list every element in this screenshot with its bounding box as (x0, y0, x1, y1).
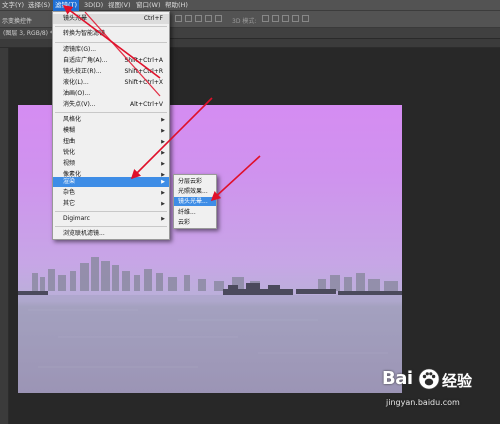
submenu-arrow-icon: ▶ (161, 117, 165, 123)
menu-item-adaptive-wide-angle[interactable]: 自适应广角(A)... Shift+Ctrl+A (53, 56, 169, 66)
menu-item-label: 浏览联机滤镜... (63, 230, 105, 237)
menu-item-label: 转换为智能滤镜 (63, 30, 106, 37)
menu-separator (55, 211, 167, 212)
menu-separator (55, 42, 167, 43)
menu-item-label: 锐化 (63, 149, 76, 156)
menu-item-render[interactable]: 渲染 ▶ (53, 177, 169, 187)
menu-item-label: 杂色 (63, 189, 76, 196)
submenu-arrow-icon: ▶ (161, 179, 165, 185)
menu-item-browse-filters-online[interactable]: 浏览联机滤镜... (53, 229, 169, 239)
menu-item-noise[interactable]: 杂色 ▶ (53, 188, 169, 198)
submenu-item-lighting-effects[interactable]: 光照效果... (174, 187, 216, 196)
submenu-arrow-icon: ▶ (161, 216, 165, 222)
menu-item-distort[interactable]: 扭曲 ▶ (53, 137, 169, 147)
submenu-item-clouds[interactable]: 云彩 (174, 218, 216, 227)
menu-item-digimarc[interactable]: Digimarc ▶ (53, 214, 169, 224)
align-right-icon[interactable] (195, 15, 202, 22)
submenu-item-difference-clouds[interactable]: 分层云彩 (174, 177, 216, 186)
3d-mode-icons (262, 15, 312, 23)
menu-item-filter-gallery[interactable]: 滤镜库(G)... (53, 45, 169, 55)
submenu-item-label: 镜头光晕... (178, 198, 208, 205)
menu-item-label: 扭曲 (63, 138, 76, 145)
menu-item-label: 油画(O)... (63, 90, 91, 97)
menu-item-vanishing-point[interactable]: 消失点(V)... Alt+Ctrl+V (53, 100, 169, 110)
3d-slide-icon[interactable] (292, 15, 299, 22)
menu-item-label: 自适应广角(A)... (63, 57, 108, 64)
menu-item-stylize[interactable]: 风格化 ▶ (53, 115, 169, 125)
baidu-logo-text: Bai (382, 368, 413, 389)
watermark-url: jingyan.baidu.com (386, 398, 460, 407)
align-icons (175, 15, 225, 23)
submenu-item-label: 光照效果... (178, 188, 208, 195)
submenu-item-label: 纤维... (178, 209, 196, 216)
menu-item-last-filter[interactable]: 镜头光晕 Ctrl+F (53, 14, 169, 24)
menu-filter[interactable]: 滤镜(T) (53, 0, 80, 11)
submenu-item-lens-flare[interactable]: 镜头光晕... (174, 197, 216, 206)
menu-select[interactable]: 选择(S) (26, 0, 52, 11)
document-tab[interactable]: (图层 3, RGB/8) * (0, 28, 56, 39)
render-submenu: 分层云彩 光照效果... 镜头光晕... 纤维... 云彩 (173, 174, 217, 229)
menu-item-blur[interactable]: 模糊 ▶ (53, 126, 169, 136)
distribute-icon[interactable] (205, 15, 212, 22)
menu-item-label: Digimarc (63, 215, 90, 222)
baidu-paw-icon (418, 368, 440, 390)
menu-item-label: 视频 (63, 160, 76, 167)
submenu-arrow-icon: ▶ (161, 139, 165, 145)
submenu-arrow-icon: ▶ (161, 161, 165, 167)
menu-item-label: 渲染 (63, 178, 76, 185)
menu-help[interactable]: 帮助(H) (163, 0, 190, 11)
menu-type[interactable]: 文字(Y) (0, 0, 26, 11)
menu-item-label: 其它 (63, 200, 76, 207)
submenu-arrow-icon: ▶ (161, 150, 165, 156)
menu-bar: 文字(Y) 选择(S) 滤镜(T) 3D(D) 视图(V) 窗口(W) 帮助(H… (0, 0, 500, 11)
menu-item-label: 镜头光晕 (63, 15, 88, 22)
submenu-item-label: 云彩 (178, 219, 191, 226)
3d-pan-icon[interactable] (282, 15, 289, 22)
show-transform-controls-label[interactable]: 示变换控件 (2, 16, 32, 25)
menu-item-label: 液化(L)... (63, 79, 89, 86)
distribute-h-icon[interactable] (215, 15, 222, 22)
menu-window[interactable]: 窗口(W) (134, 0, 163, 11)
submenu-arrow-icon: ▶ (161, 201, 165, 207)
menu-item-sharpen[interactable]: 锐化 ▶ (53, 148, 169, 158)
submenu-arrow-icon: ▶ (161, 128, 165, 134)
3d-mode-label: 3D 模式: (232, 18, 257, 25)
menu-separator (55, 226, 167, 227)
vertical-ruler[interactable] (0, 48, 9, 424)
menu-item-label: 模糊 (63, 127, 76, 134)
submenu-item-fibers[interactable]: 纤维... (174, 208, 216, 217)
menu-3d[interactable]: 3D(D) (82, 0, 105, 11)
submenu-item-label: 分层云彩 (178, 178, 203, 185)
menu-item-label: 消失点(V)... (63, 101, 96, 108)
menu-item-liquify[interactable]: 液化(L)... Shift+Ctrl+X (53, 78, 169, 88)
3d-scale-icon[interactable] (302, 15, 309, 22)
baidu-jingyan-watermark: Bai 经验 jingyan.baidu.com (382, 368, 492, 416)
menu-item-lens-correction[interactable]: 镜头校正(R)... Shift+Ctrl+R (53, 67, 169, 77)
menu-separator (55, 112, 167, 113)
menu-item-shortcut: Shift+Ctrl+R (124, 68, 163, 75)
menu-item-other[interactable]: 其它 ▶ (53, 199, 169, 209)
3d-rotate-icon[interactable] (262, 15, 269, 22)
align-center-icon[interactable] (185, 15, 192, 22)
menu-item-label: 滤镜库(G)... (63, 46, 97, 53)
align-left-icon[interactable] (175, 15, 182, 22)
menu-item-label: 风格化 (63, 116, 82, 123)
submenu-arrow-icon: ▶ (161, 190, 165, 196)
filter-menu: 镜头光晕 Ctrl+F 转换为智能滤镜 滤镜库(G)... 自适应广角(A)..… (52, 11, 170, 240)
3d-roll-icon[interactable] (272, 15, 279, 22)
menu-separator (55, 26, 167, 27)
menu-item-convert-smart-filter[interactable]: 转换为智能滤镜 (53, 29, 169, 39)
menu-item-shortcut: Shift+Ctrl+X (124, 79, 163, 86)
menu-view[interactable]: 视图(V) (106, 0, 133, 11)
jingyan-logo-text: 经验 (442, 372, 473, 390)
menu-item-oil-paint[interactable]: 油画(O)... (53, 89, 169, 99)
menu-item-shortcut: Alt+Ctrl+V (130, 101, 163, 108)
menu-item-video[interactable]: 视频 ▶ (53, 159, 169, 169)
menu-item-shortcut: Shift+Ctrl+A (124, 57, 163, 64)
menu-item-shortcut: Ctrl+F (143, 15, 163, 22)
menu-item-label: 镜头校正(R)... (63, 68, 102, 75)
